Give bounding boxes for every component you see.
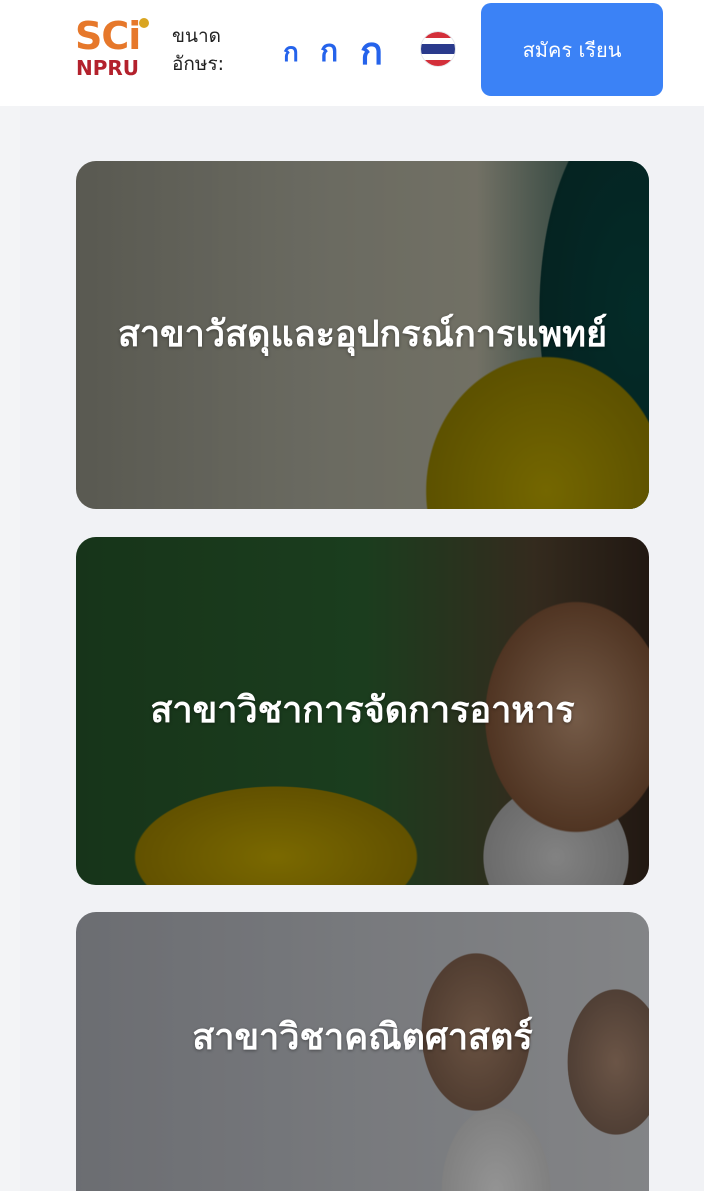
program-card-title: สาขาวิชาคณิตศาสตร์ xyxy=(192,1017,533,1058)
font-size-label: ขนาด อักษร: xyxy=(172,25,225,75)
logo-npru-text: NPRU xyxy=(76,56,140,80)
program-card[interactable]: สาขาวัสดุและอุปกรณ์การแพทย์ xyxy=(76,161,649,509)
logo-sci-text: SCi xyxy=(75,14,141,58)
logo-emblem-icon xyxy=(139,18,149,28)
apply-button[interactable]: สมัคร เรียน xyxy=(481,3,663,96)
thailand-flag-icon[interactable] xyxy=(421,32,455,66)
program-card[interactable]: สาขาวิชาคณิตศาสตร์ xyxy=(76,912,649,1191)
program-card[interactable]: สาขาวิชาการจัดการอาหาร xyxy=(76,537,649,885)
program-card-title: สาขาวัสดุและอุปกรณ์การแพทย์ xyxy=(117,314,608,355)
sci-npru-logo[interactable]: SCi NPRU xyxy=(75,14,157,84)
font-size-large-button[interactable]: ก xyxy=(360,28,383,74)
program-card-title: สาขาวิชาการจัดการอาหาร xyxy=(150,690,575,731)
font-size-medium-button[interactable]: ก xyxy=(320,33,338,71)
font-size-small-button[interactable]: ก xyxy=(283,36,299,70)
top-header: SCi NPRU ขนาด อักษร: ก ก ก สมัคร เรียน xyxy=(0,0,704,106)
